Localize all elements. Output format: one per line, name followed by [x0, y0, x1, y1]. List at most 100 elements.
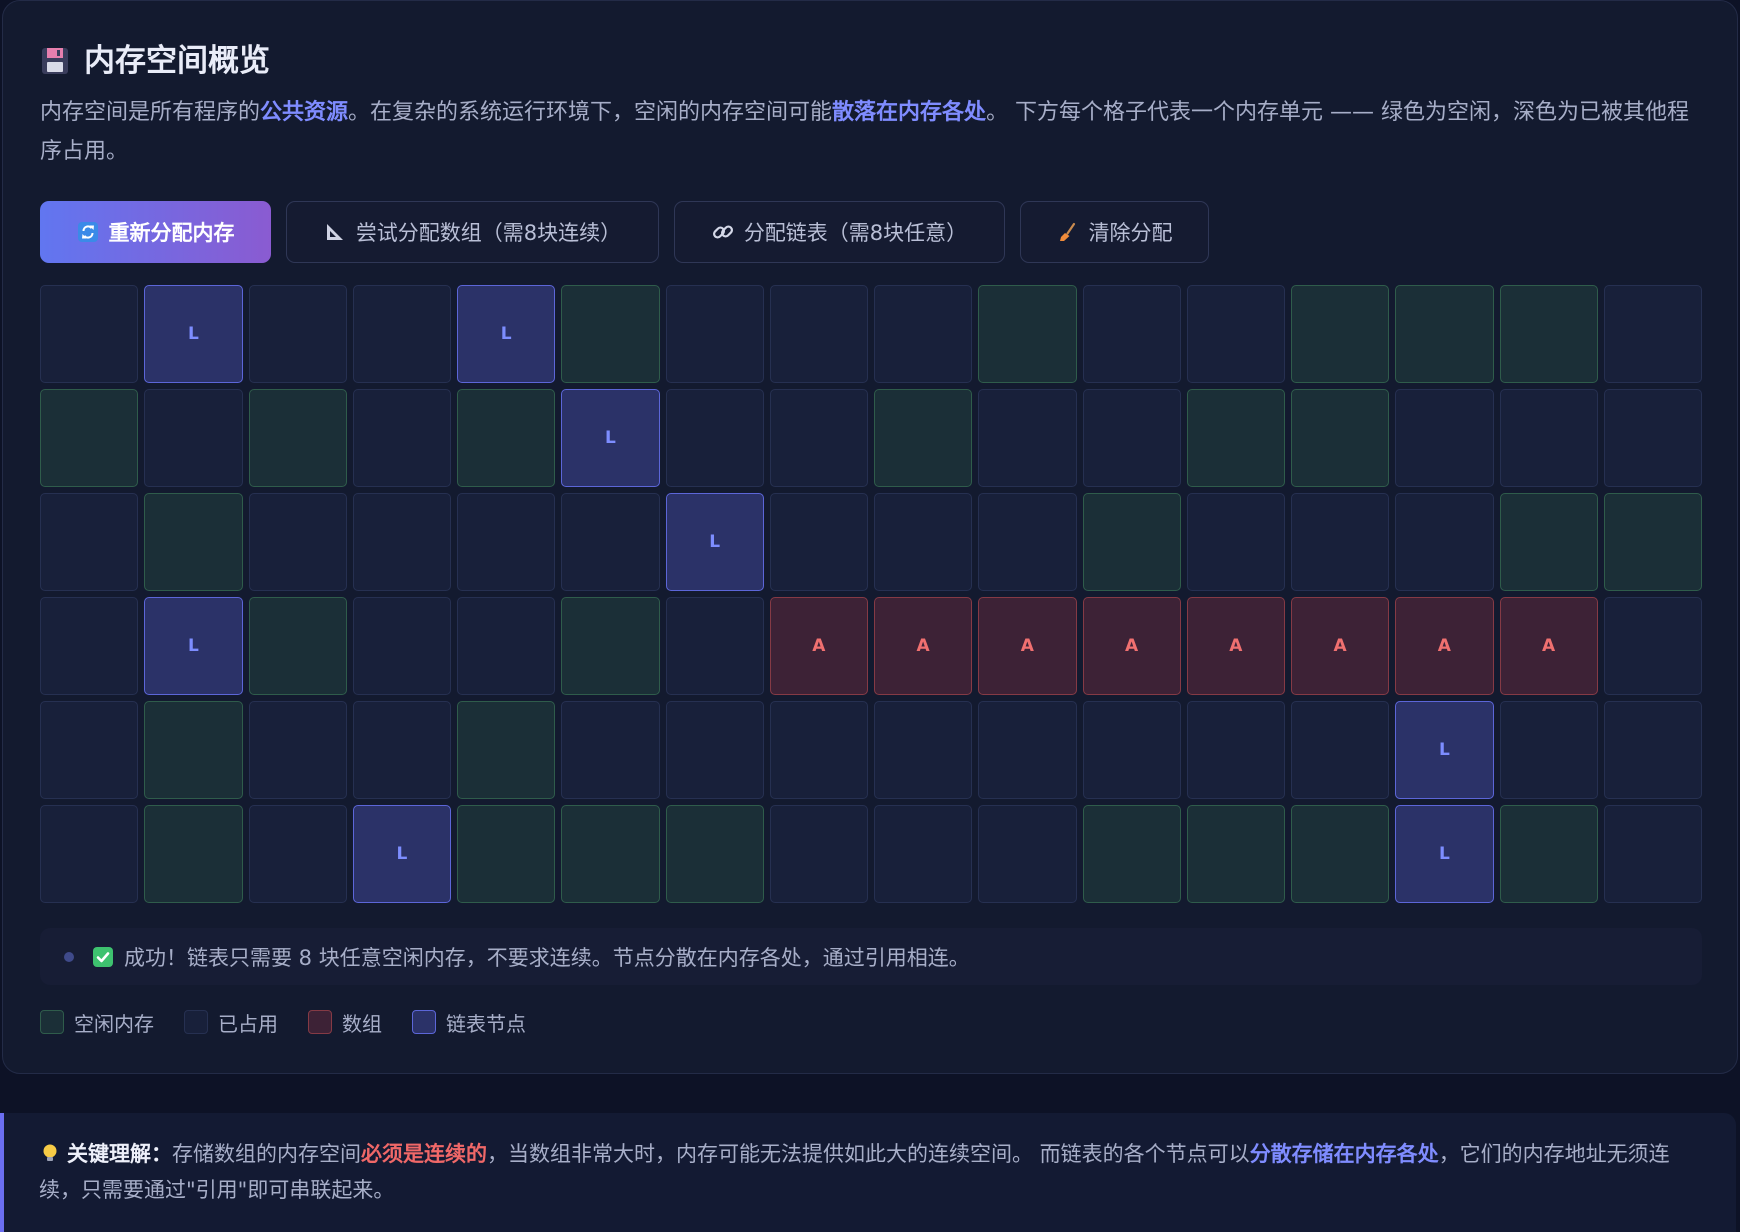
memory-cell-occupied [40, 493, 139, 591]
memory-cell-occupied [1082, 285, 1181, 383]
memory-cell-free [457, 701, 556, 799]
memory-cell-occupied [457, 597, 556, 695]
status-indicator-dot [64, 951, 74, 962]
memory-cell-occupied [665, 285, 764, 383]
memory-cell-free [561, 285, 660, 383]
memory-cell-occupied [1603, 597, 1702, 695]
legend-label: 链表节点 [446, 1011, 526, 1036]
button-label: 清除分配 [1088, 221, 1173, 245]
memory-cell-occupied [1603, 701, 1702, 799]
refresh-icon [77, 221, 99, 243]
description-highlight: 公共资源 [260, 100, 349, 125]
memory-cell-list: L [665, 493, 764, 591]
legend-label: 已占用 [218, 1011, 278, 1036]
memory-cell-occupied [665, 389, 764, 487]
memory-cell-free [457, 389, 556, 487]
triangle-ruler-icon [324, 221, 346, 243]
allocate-array-button[interactable]: 尝试分配数组（需8块连续） [286, 201, 659, 263]
memory-cell-occupied [1395, 493, 1494, 591]
key-insight-note: 关键理解：存储数组的内存空间必须是连续的，当数组非常大时，内存可能无法提供如此大… [0, 1113, 1736, 1232]
memory-cell-list: L [457, 285, 556, 383]
light-bulb-icon [39, 1139, 61, 1161]
memory-cell-occupied [1499, 389, 1598, 487]
memory-cell-occupied [769, 701, 868, 799]
legend-item-occupied: 已占用 [184, 1008, 278, 1037]
button-label: 尝试分配数组（需8块连续） [355, 221, 622, 245]
memory-cell-array: A [874, 597, 973, 695]
memory-cell-free [1082, 805, 1181, 903]
memory-cell-free [874, 389, 973, 487]
memory-cell-occupied [40, 597, 139, 695]
memory-cell-occupied [1499, 701, 1598, 799]
memory-cell-free [1082, 493, 1181, 591]
memory-cell-occupied [561, 701, 660, 799]
description-text: 。在复杂的系统运行环境下，空闲的内存空间可能 [348, 100, 833, 125]
clear-allocation-button[interactable]: 清除分配 [1020, 201, 1209, 263]
memory-cell-occupied [352, 285, 451, 383]
memory-cell-occupied [352, 701, 451, 799]
memory-cell-array: A [769, 597, 868, 695]
memory-cell-occupied [978, 389, 1077, 487]
memory-cell-free [144, 701, 243, 799]
allocate-linked-list-button[interactable]: 分配链表（需8块任意） [674, 201, 1005, 263]
memory-cell-free [457, 805, 556, 903]
memory-cell-occupied [1082, 701, 1181, 799]
memory-cell-occupied [665, 701, 764, 799]
legend-swatch [412, 1010, 436, 1034]
floppy-disk-icon [40, 46, 70, 76]
legend-label: 数组 [342, 1011, 382, 1036]
memory-cell-occupied [352, 389, 451, 487]
memory-cell-occupied [874, 805, 973, 903]
memory-cell-array: A [1082, 597, 1181, 695]
legend-item-list-node: 链表节点 [412, 1008, 526, 1037]
memory-cell-occupied [1291, 493, 1390, 591]
note-emphasis: 必须是连续的 [361, 1142, 487, 1166]
memory-cell-occupied [1082, 389, 1181, 487]
button-label: 分配链表（需8块任意） [743, 221, 968, 245]
legend-label: 空闲内存 [74, 1011, 154, 1036]
reallocate-memory-button[interactable]: 重新分配内存 [40, 201, 271, 263]
memory-cell-free [1291, 285, 1390, 383]
description-highlight: 散落在内存各处 [832, 100, 987, 125]
memory-cell-free [1291, 389, 1390, 487]
memory-cell-occupied [144, 389, 243, 487]
memory-cell-occupied [978, 701, 1077, 799]
memory-cell-occupied [665, 597, 764, 695]
memory-cell-free [144, 493, 243, 591]
memory-cell-occupied [1603, 285, 1702, 383]
memory-cell-free [248, 597, 347, 695]
memory-cell-occupied [874, 285, 973, 383]
memory-cell-free [144, 805, 243, 903]
memory-cell-free [1186, 389, 1285, 487]
memory-cell-occupied [248, 805, 347, 903]
legend-item-array: 数组 [308, 1008, 382, 1037]
memory-cell-occupied [1395, 389, 1494, 487]
memory-cell-occupied [1291, 701, 1390, 799]
memory-cell-occupied [874, 493, 973, 591]
memory-cell-free [1186, 805, 1285, 903]
panel-description: 内存空间是所有程序的公共资源。在复杂的系统运行环境下，空闲的内存空间可能散落在内… [40, 93, 1702, 171]
panel-header: 内存空间概览 [40, 41, 1702, 81]
status-text: 成功！链表只需要 8 块任意空闲内存，不要求连续。节点分散在内存各处，通过引用相… [124, 945, 970, 970]
note-text: 存储数组的内存空间 [172, 1142, 361, 1166]
legend-swatch [40, 1010, 64, 1034]
memory-cell-array: A [978, 597, 1077, 695]
memory-cell-list: L [561, 389, 660, 487]
memory-cell-list: L [352, 805, 451, 903]
legend-swatch [184, 1010, 208, 1034]
memory-cell-occupied [40, 701, 139, 799]
status-message: 成功！链表只需要 8 块任意空闲内存，不要求连续。节点分散在内存各处，通过引用相… [40, 928, 1702, 985]
memory-overview-panel: 内存空间概览 内存空间是所有程序的公共资源。在复杂的系统运行环境下，空闲的内存空… [2, 0, 1738, 1074]
memory-cell-free [1499, 493, 1598, 591]
memory-cell-list: L [1395, 805, 1494, 903]
note-text: ，当数组非常大时，内存可能无法提供如此大的连续空间。 而链表的各个节点可以 [487, 1142, 1250, 1166]
memory-cell-occupied [352, 493, 451, 591]
memory-cell-free [1603, 493, 1702, 591]
memory-cell-free [1395, 285, 1494, 383]
memory-cell-free [248, 389, 347, 487]
memory-cell-occupied [769, 389, 868, 487]
action-toolbar: 重新分配内存 尝试分配数组（需8块连续） 分配链表（需8块任意） 清除分配 [40, 201, 1702, 263]
memory-cell-array: A [1395, 597, 1494, 695]
note-emphasis: 分散存储在内存各处 [1249, 1142, 1439, 1166]
memory-cell-free [561, 597, 660, 695]
